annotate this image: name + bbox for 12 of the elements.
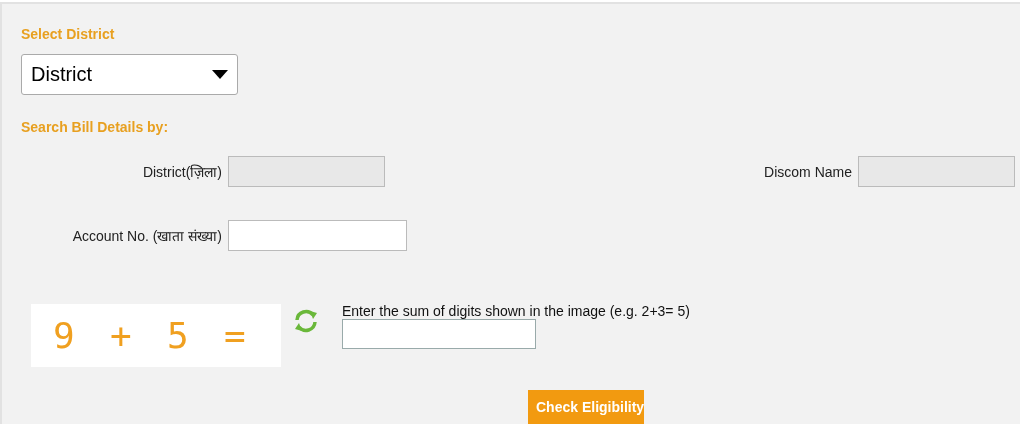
field-label: Account No. (खाता संख्या) — [71, 227, 222, 245]
answer-field[interactable] — [342, 319, 536, 349]
input-field[interactable] — [228, 220, 407, 251]
captcha-image: 9 + 5 = — [31, 304, 281, 367]
caret-icon — [212, 70, 228, 79]
field-label: District(ज़िला) — [141, 163, 222, 181]
section-label: Select District — [21, 26, 116, 42]
refresh-icon[interactable] — [293, 309, 319, 333]
district-dropdown[interactable]: District — [21, 54, 238, 95]
captcha-instruction: Enter the sum of digits shown in the image (e.g. 2+3= 5) — [342, 303, 690, 319]
field-label: Discom Name — [764, 163, 852, 180]
section-label: Search Bill Details by: — [21, 119, 170, 135]
